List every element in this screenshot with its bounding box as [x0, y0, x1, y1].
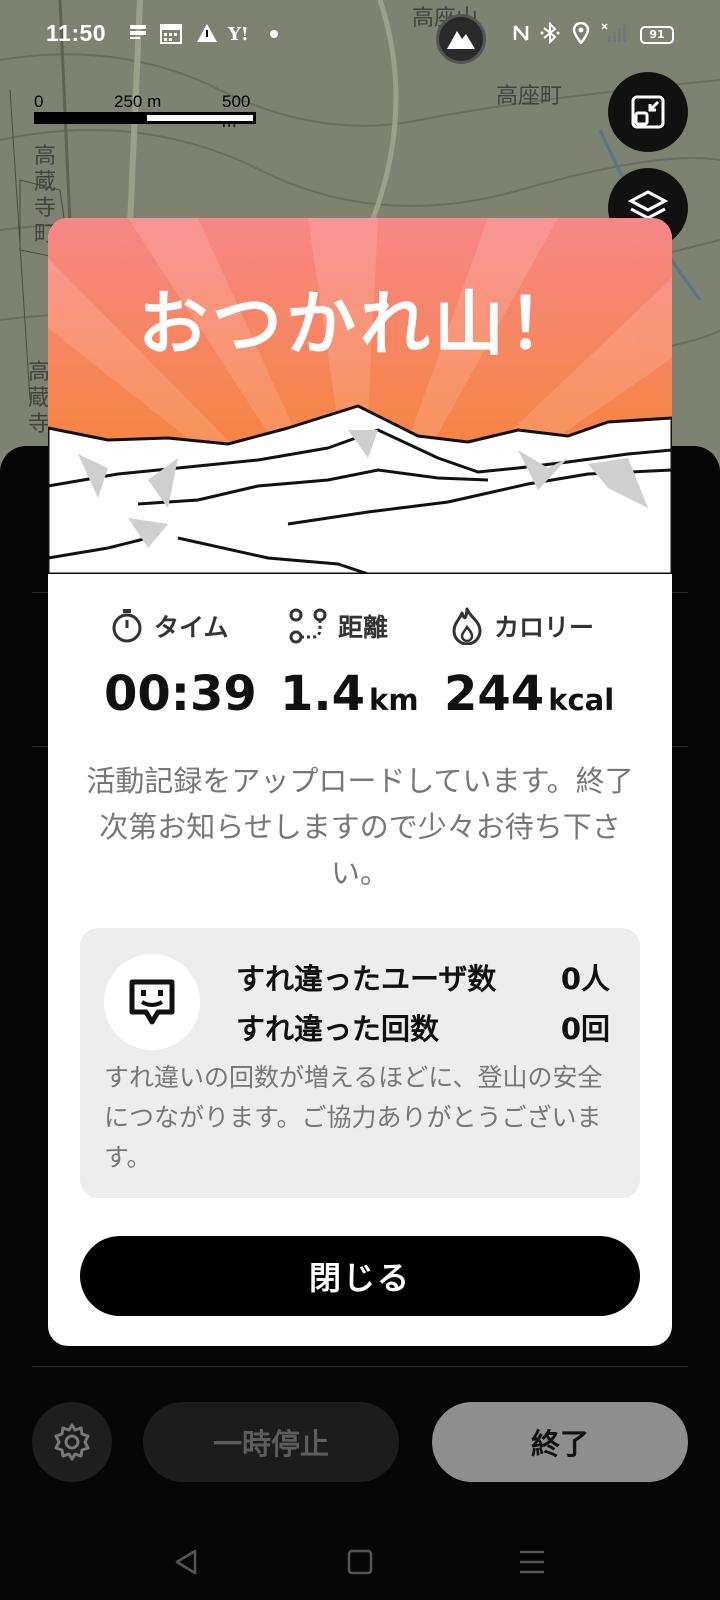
stat-calorie: カロリー 244 kcal	[444, 606, 614, 722]
pause-button[interactable]: 一時停止	[143, 1402, 399, 1482]
status-bar: 11:50 Y! 91	[0, 0, 720, 72]
app-logo-icon	[436, 14, 486, 64]
passing-info-card: すれ違ったユーザ数 0人 すれ違った回数 0回 すれ違いの回数が増えるほどに、登…	[80, 928, 640, 1198]
nav-recents-button[interactable]	[512, 1542, 552, 1582]
stat-distance-number: 1.4	[280, 666, 366, 722]
signal-icon	[601, 22, 628, 50]
passing-users-value: 0人	[560, 962, 610, 996]
passing-count-row: すれ違った回数 0回	[236, 1006, 610, 1048]
stopwatch-icon	[112, 609, 142, 643]
settings-button[interactable]	[32, 1402, 112, 1482]
alert-icon	[196, 22, 218, 50]
stat-distance: 距離 1.4 km	[280, 606, 419, 722]
nfc-icon	[512, 22, 532, 50]
stat-calorie-value: 244 kcal	[444, 666, 614, 722]
dialog-title: おつかれ山！	[138, 283, 582, 365]
stat-time-number: 00:39	[104, 666, 257, 722]
flame-icon	[452, 607, 482, 645]
map-label: 高座町	[496, 84, 563, 109]
passing-users-row: すれ違ったユーザ数 0人	[236, 956, 610, 998]
bluetooth-icon	[540, 21, 560, 50]
gear-icon	[54, 1423, 90, 1461]
fullscreen-exit-icon	[631, 95, 665, 129]
map-scale-bar: 0 250 m 500 m	[34, 92, 258, 132]
passing-note: すれ違いの回数が増えるほどに、登山の安全につながります。ご協力ありがとうございま…	[104, 1063, 603, 1172]
scale-bar-graphic	[34, 112, 256, 124]
location-icon	[572, 21, 590, 50]
calendar-icon	[160, 22, 182, 50]
fullscreen-exit-button[interactable]	[608, 72, 688, 152]
stat-time-value: 00:39	[104, 666, 257, 722]
stat-distance-label: 距離	[338, 613, 389, 642]
stat-calorie-unit: kcal	[548, 683, 615, 717]
route-icon	[289, 608, 327, 644]
home-square-icon	[347, 1549, 373, 1575]
scale-tick: 0	[34, 92, 44, 111]
stat-calorie-label: カロリー	[494, 613, 595, 642]
finish-dialog: おつかれ山！ タイム 00:39 距離 1.4 km カロリー 244 kcal 活…	[48, 218, 672, 1346]
upload-message: 活動記録をアップロードしています。終了次第お知らせしますので少々お待ち下さい。	[86, 764, 634, 890]
activity-stats: タイム 00:39 距離 1.4 km カロリー 244 kcal	[48, 606, 672, 726]
nav-back-button[interactable]	[166, 1542, 206, 1582]
stat-distance-value: 1.4 km	[280, 666, 419, 722]
dot-icon	[270, 22, 278, 50]
passing-users-label: すれ違ったユーザ数	[236, 962, 497, 996]
dialog-hero-banner: おつかれ山！	[48, 218, 672, 574]
yahoo-icon: Y!	[228, 24, 249, 45]
close-button[interactable]: 閉じる	[80, 1236, 640, 1316]
battery-icon: 91	[640, 26, 674, 44]
stat-calorie-number: 244	[444, 666, 545, 722]
status-time: 11:50	[46, 20, 107, 46]
divider	[32, 1366, 688, 1367]
end-button[interactable]: 終了	[432, 1402, 688, 1482]
smile-chat-icon	[129, 979, 175, 1025]
passing-count-value: 0回	[560, 1012, 610, 1046]
stat-time-label: タイム	[154, 613, 229, 642]
recents-menu-icon	[520, 1550, 544, 1574]
stat-distance-unit: km	[369, 683, 419, 717]
notification-icon	[128, 22, 148, 48]
passing-avatar	[104, 954, 200, 1050]
back-triangle-icon	[175, 1549, 197, 1575]
passing-count-label: すれ違った回数	[236, 1012, 440, 1046]
system-nav-bar	[0, 1520, 720, 1600]
scale-tick: 250 m	[114, 92, 162, 111]
nav-home-button[interactable]	[340, 1542, 380, 1582]
stat-time: タイム 00:39	[104, 606, 257, 722]
